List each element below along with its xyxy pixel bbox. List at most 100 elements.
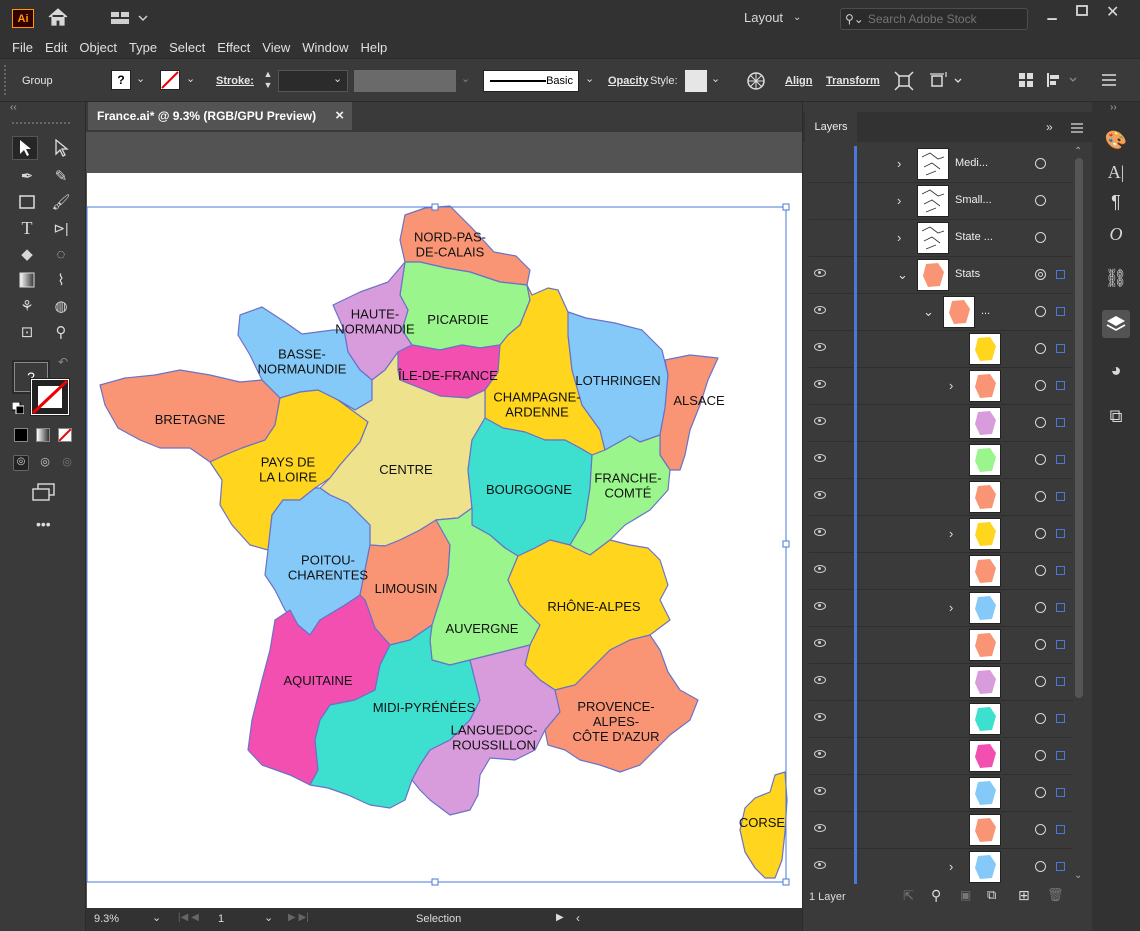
close-window-button[interactable]: ✕ bbox=[1106, 2, 1126, 21]
stroke-swatch[interactable] bbox=[160, 70, 180, 90]
zoom-tool-icon[interactable]: ⚲ bbox=[48, 320, 74, 344]
selection-indicator[interactable] bbox=[1056, 751, 1065, 760]
chevron-down-icon[interactable]: ⌄ bbox=[711, 72, 720, 85]
stroke-weight-stepper[interactable]: ▲ ▼ bbox=[260, 69, 276, 93]
grip-handle[interactable] bbox=[4, 65, 10, 95]
appearance-panel-icon[interactable]: ◕ bbox=[1102, 356, 1130, 384]
shape-builder-tool-icon[interactable]: ◍ bbox=[48, 294, 74, 318]
workspace-switcher-icon[interactable] bbox=[110, 10, 150, 26]
visibility-eye-icon[interactable] bbox=[814, 454, 826, 462]
layer-row[interactable]: ⌄ Stats bbox=[809, 257, 1073, 294]
horizontal-scrollbar[interactable] bbox=[586, 916, 796, 922]
rectangle-tool-icon[interactable] bbox=[14, 190, 40, 214]
target-icon[interactable] bbox=[1035, 454, 1046, 465]
target-icon[interactable] bbox=[1035, 158, 1046, 169]
panel-menu-icon[interactable] bbox=[1071, 122, 1083, 136]
selection-indicator[interactable] bbox=[1056, 307, 1065, 316]
menu-file[interactable]: File bbox=[12, 40, 33, 55]
target-icon[interactable] bbox=[1035, 232, 1046, 243]
visibility-eye-icon[interactable] bbox=[814, 417, 826, 425]
menu-edit[interactable]: Edit bbox=[45, 40, 67, 55]
align-options-icon[interactable] bbox=[1046, 72, 1082, 88]
chevron-right-icon[interactable]: › bbox=[897, 230, 901, 245]
color-mode-icon[interactable] bbox=[14, 428, 28, 442]
isolate-group-icon[interactable] bbox=[894, 71, 914, 91]
blend-tool-icon[interactable]: ⚘ bbox=[14, 294, 40, 318]
layer-row[interactable] bbox=[809, 775, 1073, 812]
chevron-down-icon[interactable]: ⌄ bbox=[585, 72, 594, 85]
target-icon[interactable] bbox=[1035, 343, 1046, 354]
selection-indicator[interactable] bbox=[1056, 788, 1065, 797]
visibility-eye-icon[interactable] bbox=[814, 639, 826, 647]
new-sublayer-icon[interactable]: ⧉ bbox=[987, 887, 996, 903]
layer-name[interactable]: Stats bbox=[955, 268, 980, 280]
chevron-down-icon[interactable]: ⌄ bbox=[897, 267, 908, 283]
menu-help[interactable]: Help bbox=[360, 40, 387, 55]
pen-tool-icon[interactable]: ✒ bbox=[14, 164, 40, 188]
map-region[interactable] bbox=[659, 354, 719, 471]
artboard-tool-icon[interactable]: ⊡ bbox=[14, 320, 40, 344]
target-icon[interactable] bbox=[1035, 639, 1046, 650]
minimize-button[interactable]: ▁ bbox=[1042, 6, 1062, 22]
layer-row[interactable] bbox=[809, 553, 1073, 590]
canvas-area[interactable]: NORD-PAS-DE-CALAIS PICARDIE HAUTE-NORMANDI… bbox=[86, 132, 802, 908]
france-map[interactable]: NORD-PAS-DE-CALAISPICARDIEHAUTE-NORMANDI… bbox=[86, 132, 802, 908]
target-icon[interactable] bbox=[1035, 528, 1046, 539]
scroll-left-icon[interactable]: ‹ bbox=[576, 911, 580, 925]
visibility-toggle[interactable] bbox=[811, 226, 831, 250]
layer-name[interactable]: ... bbox=[981, 305, 990, 317]
menu-effect[interactable]: Effect bbox=[217, 40, 250, 55]
selection-indicator[interactable] bbox=[1056, 529, 1065, 538]
target-icon[interactable] bbox=[1035, 195, 1046, 206]
layer-row[interactable] bbox=[809, 479, 1073, 516]
layer-name[interactable]: State ... bbox=[955, 231, 993, 243]
layer-row[interactable] bbox=[809, 812, 1073, 849]
artboard-number[interactable]: 1 bbox=[218, 913, 224, 925]
layer-row[interactable]: ⌄... bbox=[809, 294, 1073, 331]
links-panel-icon[interactable]: ⛓ bbox=[1102, 264, 1130, 292]
edit-toolbar-icon[interactable]: ••• bbox=[36, 516, 51, 532]
visibility-eye-icon[interactable] bbox=[814, 565, 826, 573]
stroke-label[interactable]: Stroke: bbox=[216, 75, 254, 87]
chevron-right-icon[interactable]: › bbox=[897, 193, 901, 208]
layers-tab[interactable]: Layers bbox=[805, 112, 857, 142]
layout-dropdown[interactable]: Layout ⌄ bbox=[744, 10, 801, 25]
target-icon[interactable] bbox=[1035, 417, 1046, 428]
opacity-label[interactable]: Opacity bbox=[608, 75, 648, 87]
chevron-down-icon[interactable]: ⌄ bbox=[461, 72, 470, 85]
screen-mode-icon[interactable] bbox=[31, 482, 57, 502]
chevron-down-icon[interactable]: ⌄ bbox=[136, 72, 145, 85]
layers-panel-icon[interactable] bbox=[1102, 310, 1130, 338]
make-clipping-mask-icon[interactable]: ▣ bbox=[960, 888, 971, 902]
layer-row[interactable]: › bbox=[809, 590, 1073, 627]
menu-window[interactable]: Window bbox=[302, 40, 348, 55]
target-icon[interactable] bbox=[1035, 824, 1046, 835]
transform-link[interactable]: Transform bbox=[826, 75, 880, 87]
selection-indicator[interactable] bbox=[1056, 714, 1065, 723]
lasso-tool-icon[interactable]: ◌ bbox=[48, 242, 74, 266]
selection-indicator[interactable] bbox=[1056, 492, 1065, 501]
menu-object[interactable]: Object bbox=[79, 40, 117, 55]
layer-row[interactable] bbox=[809, 738, 1073, 775]
align-link[interactable]: Align bbox=[785, 75, 813, 87]
visibility-eye-icon[interactable] bbox=[814, 713, 826, 721]
artboards-panel-icon[interactable]: ⧉ bbox=[1102, 402, 1130, 430]
maximize-button[interactable] bbox=[1075, 4, 1095, 20]
chevron-down-icon[interactable]: ⌄ bbox=[333, 72, 342, 85]
first-artboard-icon[interactable]: |◀ ◀ bbox=[178, 912, 199, 923]
status-tool-name[interactable]: Selection bbox=[416, 913, 461, 925]
chevron-down-icon[interactable]: ⌄ bbox=[186, 72, 195, 85]
selection-indicator[interactable] bbox=[1056, 270, 1065, 279]
zoom-level[interactable]: 9.3% bbox=[94, 913, 119, 925]
recolor-artwork-icon[interactable] bbox=[746, 71, 766, 91]
direct-selection-tool-icon[interactable] bbox=[48, 136, 74, 160]
selection-indicator[interactable] bbox=[1056, 825, 1065, 834]
chevron-right-icon[interactable]: › bbox=[897, 156, 901, 171]
menu-select[interactable]: Select bbox=[169, 40, 205, 55]
graphic-style-swatch[interactable] bbox=[685, 70, 707, 92]
home-icon[interactable] bbox=[47, 7, 69, 27]
next-artboard-icon[interactable]: ▶ ▶| bbox=[288, 912, 309, 923]
layer-row[interactable]: › bbox=[809, 368, 1073, 405]
brush-definition[interactable]: Basic bbox=[483, 70, 579, 92]
visibility-eye-icon[interactable] bbox=[814, 528, 826, 536]
